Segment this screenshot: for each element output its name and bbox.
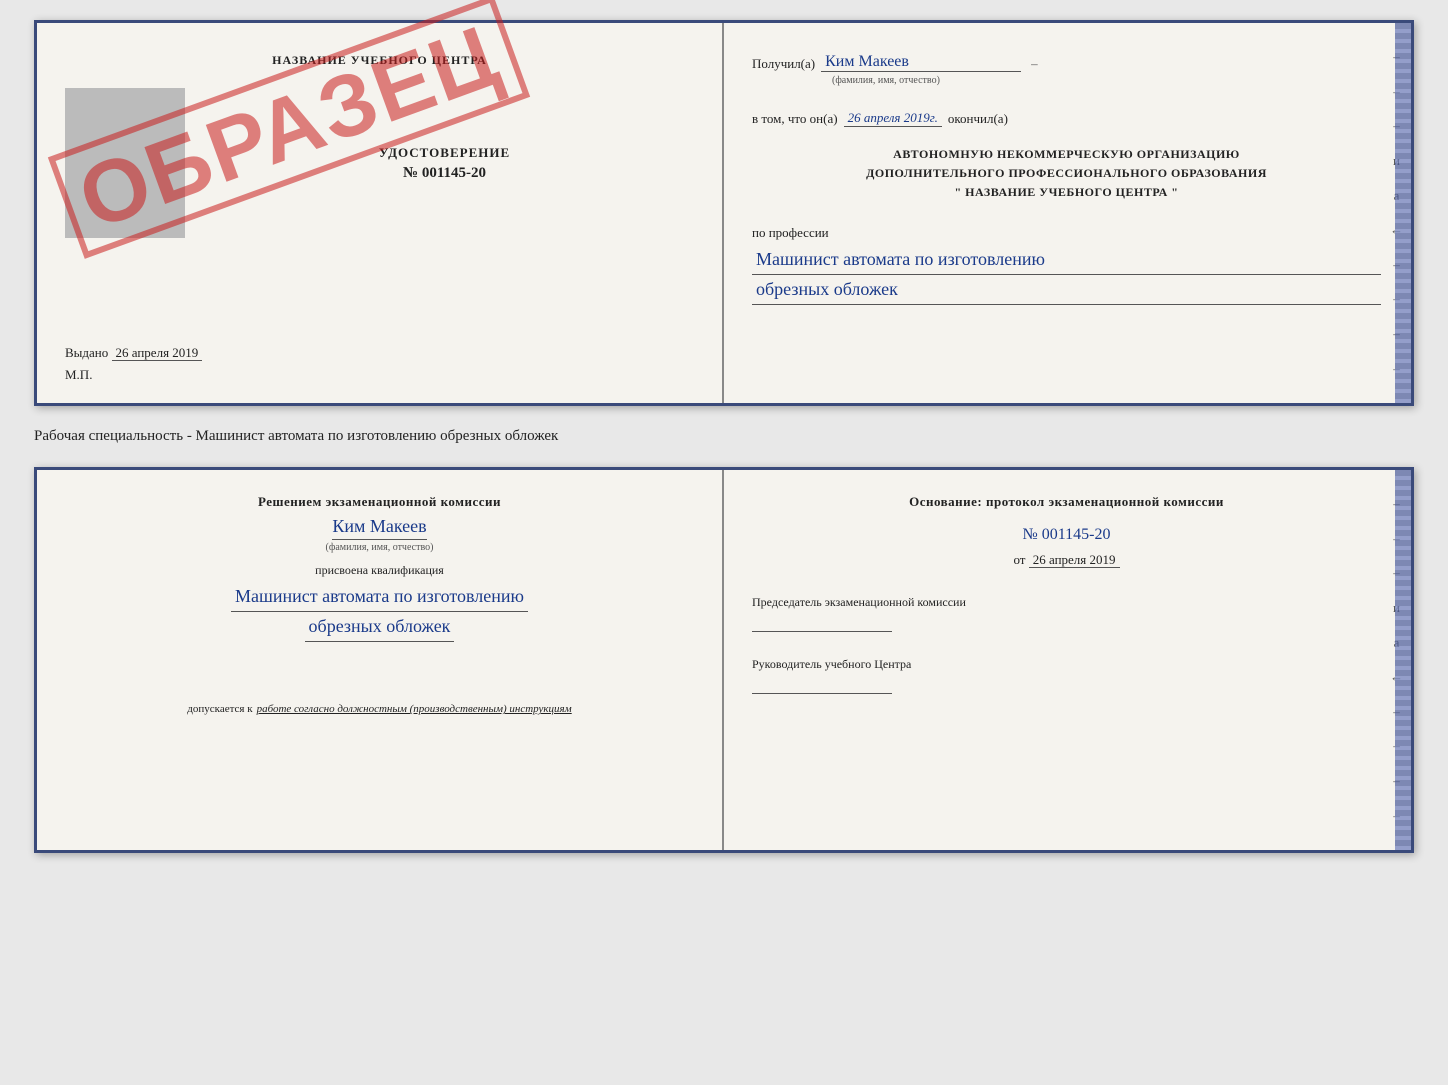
osnovanie-header: Основание: протокол экзаменационной коми… xyxy=(752,494,1381,510)
protocol-number: № 001145-20 xyxy=(752,526,1381,544)
rukovoditel-block: Руководитель учебного Центра xyxy=(752,656,1381,708)
poluchil-value: Ким Макеев xyxy=(821,53,1021,72)
udostoverenie-number: № 001145-20 xyxy=(403,165,486,182)
org-block: АВТОНОМНУЮ НЕКОММЕРЧЕСКУЮ ОРГАНИЗАЦИЮ ДО… xyxy=(752,145,1381,203)
vtom-label: в том, что он(а) xyxy=(752,111,838,127)
kvalifikatsiya-line1: Машинист автомата по изготовлению xyxy=(231,582,528,612)
top-doc-left: НАЗВАНИЕ УЧЕБНОГО ЦЕНТРА УДОСТОВЕРЕНИЕ №… xyxy=(37,23,724,403)
rukovoditel-line xyxy=(752,693,892,694)
vtom-row: в том, что он(а) 26 апреля 2019г. окончи… xyxy=(752,110,1381,127)
dopuskaetsya-label: допускается к xyxy=(187,703,252,715)
dopuskaetsya-row: допускается к работе согласно должностны… xyxy=(187,703,571,715)
vydano-row: Выдано 26 апреля 2019 xyxy=(65,325,694,361)
udostoverenie-title: УДОСТОВЕРЕНИЕ xyxy=(379,145,510,161)
professiya-block: по профессии Машинист автомата по изгото… xyxy=(752,225,1381,305)
udostoverenie-block: УДОСТОВЕРЕНИЕ № 001145-20 xyxy=(195,88,694,238)
spine-decoration-bottom xyxy=(1395,470,1411,850)
predsedatel-line xyxy=(752,631,892,632)
vydano-label: Выдано xyxy=(65,345,108,360)
vydano-date: 26 апреля 2019 xyxy=(112,345,203,361)
professiya-line1: Машинист автомата по изготовлению xyxy=(752,245,1381,275)
ot-date-value: 26 апреля 2019 xyxy=(1029,552,1120,568)
predsedatel-block: Председатель экзаменационной комиссии xyxy=(752,594,1381,646)
po-professii-label: по профессии xyxy=(752,225,1381,241)
rukovoditel-label: Руководитель учебного Центра xyxy=(752,656,1381,673)
predsedatel-label: Председатель экзаменационной комиссии xyxy=(752,594,1381,611)
left-content-area: УДОСТОВЕРЕНИЕ № 001145-20 xyxy=(65,88,694,238)
bottom-doc-left: Решением экзаменационной комиссии Ким Ма… xyxy=(37,470,724,850)
mp-label: М.П. xyxy=(65,367,92,383)
bottom-doc-right: Основание: протокол экзаменационной коми… xyxy=(724,470,1411,850)
bottom-fio-subtitle: (фамилия, имя, отчество) xyxy=(326,542,434,553)
fio-subtitle-top: (фамилия, имя, отчество) xyxy=(832,75,1381,86)
professiya-line2: обрезных обложек xyxy=(752,275,1381,305)
photo-placeholder xyxy=(65,88,185,238)
ot-label: от xyxy=(1013,552,1025,567)
top-document: НАЗВАНИЕ УЧЕБНОГО ЦЕНТРА УДОСТОВЕРЕНИЕ №… xyxy=(34,20,1414,406)
org-line1: АВТОНОМНУЮ НЕКОММЕРЧЕСКУЮ ОРГАНИЗАЦИЮ xyxy=(752,145,1381,164)
caption-row: Рабочая специальность - Машинист автомат… xyxy=(34,422,1414,451)
spine-decoration xyxy=(1395,23,1411,403)
vtom-value: 26 апреля 2019г. xyxy=(844,110,942,127)
prisvoena-label: присвоена квалификация xyxy=(315,563,444,578)
kvalifikatsiya-line2: обрезных обложек xyxy=(305,612,455,642)
school-name-top: НАЗВАНИЕ УЧЕБНОГО ЦЕНТРА xyxy=(272,53,487,68)
org-line2: ДОПОЛНИТЕЛЬНОГО ПРОФЕССИОНАЛЬНОГО ОБРАЗО… xyxy=(752,164,1381,183)
caption-text: Рабочая специальность - Машинист автомат… xyxy=(34,428,558,444)
poluchil-label: Получил(а) xyxy=(752,56,815,72)
bottom-name-value: Ким Макеев xyxy=(332,516,426,540)
org-line3: " НАЗВАНИЕ УЧЕБНОГО ЦЕНТРА " xyxy=(752,183,1381,202)
top-doc-right: Получил(а) Ким Макеев – (фамилия, имя, о… xyxy=(724,23,1411,403)
resheniem-header: Решением экзаменационной комиссии xyxy=(258,494,501,510)
dopuskaetsya-value: работе согласно должностным (производств… xyxy=(257,703,572,715)
okonchil-label: окончил(а) xyxy=(948,111,1008,127)
ot-date: от 26 апреля 2019 xyxy=(752,552,1381,568)
bottom-document: Решением экзаменационной комиссии Ким Ма… xyxy=(34,467,1414,853)
